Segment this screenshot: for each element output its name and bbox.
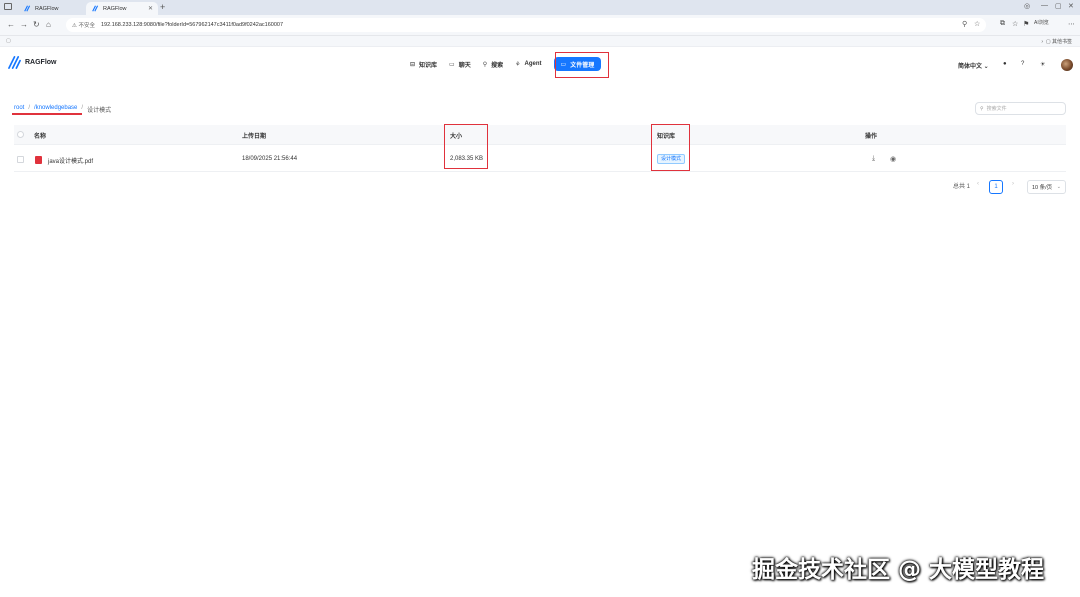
pdf-file-icon (35, 156, 42, 164)
preview-eye-icon[interactable]: ◉ (890, 155, 896, 163)
ragflow-logo-icon (8, 56, 21, 69)
nav-search[interactable]: ⚲ 搜索 (483, 54, 503, 74)
back-icon[interactable]: ← (7, 20, 15, 29)
column-actions: 操作 (865, 134, 878, 140)
file-table-header: 名称 上传日期 大小 知识库 操作 (14, 125, 1066, 145)
nav-label: 聊天 (458, 62, 471, 69)
bookmark-star-icon[interactable]: ☆ (974, 20, 980, 28)
chevron-down-icon: ⌄ (1056, 184, 1061, 190)
search-placeholder: 搜索文件 (986, 106, 1007, 112)
next-page-icon[interactable]: › (1012, 181, 1014, 187)
not-secure-indicator[interactable]: ⚠ 不安全 (72, 21, 95, 29)
download-icon[interactable]: ⤓ (872, 155, 875, 163)
ai-browse-button[interactable]: AI浏览 (1034, 19, 1049, 26)
extensions-icon[interactable]: ⧉ (1000, 20, 1005, 28)
browser-tab-label: RAGFlow (103, 5, 127, 12)
page-size-select[interactable]: 10 条/页 ⌄ (1027, 180, 1066, 194)
collections-icon[interactable]: ⚑ (1023, 20, 1029, 28)
github-icon[interactable]: ● (1003, 61, 1007, 67)
user-avatar[interactable] (1061, 59, 1073, 71)
address-toolbar: ← → ↻ ⌂ ⚠ 不安全 192.168.233.128:9080/file?… (0, 15, 1080, 36)
app-logo[interactable]: RAGFlow (8, 56, 57, 69)
tab-list-icon[interactable] (4, 3, 12, 10)
nav-knowledge-base[interactable]: ⊟ 知识库 (410, 54, 437, 74)
file-search-input[interactable]: ⚲ 搜索文件 (975, 102, 1066, 115)
nav-label: Agent (524, 61, 542, 67)
row-checkbox[interactable] (17, 156, 24, 163)
close-window-icon[interactable]: ✕ (1068, 2, 1074, 10)
browser-tab-2[interactable]: RAGFlow ✕ (86, 2, 158, 15)
help-icon[interactable]: ? (1021, 61, 1024, 67)
page-1-button[interactable]: 1 (989, 180, 1003, 194)
highlight-box-file-management (555, 52, 609, 78)
reload-icon[interactable]: ↻ (33, 20, 40, 29)
address-bar[interactable]: ⚠ 不安全 192.168.233.128:9080/file?folderId… (66, 18, 986, 32)
breadcrumb-current: 设计模式 (87, 108, 112, 114)
breadcrumb-highlight-underline (12, 113, 82, 115)
home-icon[interactable]: ⌂ (46, 20, 51, 29)
url-text[interactable]: 192.168.233.128:9080/file?folderId=56796… (101, 22, 283, 28)
new-tab-icon[interactable]: + (160, 2, 165, 12)
close-tab-icon[interactable]: ✕ (148, 5, 153, 12)
nav-label: 知识库 (419, 62, 438, 69)
prev-page-icon[interactable]: ‹ (977, 181, 979, 187)
pagination-total: 总共 1 (953, 184, 971, 190)
highlight-box-knowledge-base (651, 124, 690, 171)
highlight-box-size (444, 124, 488, 169)
bookmarks-bar: ▢ › ▢ 其他书签 (0, 36, 1080, 47)
table-row: java设计模式.pdf 18/09/2025 21:56:44 2,083.3… (14, 148, 1066, 172)
browser-tab-label: RAGFlow (35, 5, 59, 12)
file-upload-date: 18/09/2025 21:56:44 (242, 156, 298, 162)
app-name: RAGFlow (25, 59, 57, 66)
chat-icon: ▭ (449, 61, 455, 68)
maximize-icon[interactable]: ▢ (1055, 2, 1062, 10)
forward-icon[interactable]: → (20, 20, 28, 29)
nav-label: 搜索 (491, 62, 504, 69)
file-name[interactable]: java设计模式.pdf (48, 156, 93, 165)
favorites-icon[interactable]: ☆ (1012, 20, 1018, 28)
page-size-value: 10 条/页 (1032, 185, 1053, 191)
database-icon: ⊟ (410, 61, 416, 68)
column-upload-date[interactable]: 上传日期 (242, 131, 266, 140)
nav-agent[interactable]: ⚘ Agent (515, 54, 541, 74)
column-name[interactable]: 名称 (34, 131, 46, 140)
nav-chat[interactable]: ▭ 聊天 (449, 54, 471, 74)
agent-icon: ⚘ (515, 61, 521, 68)
theme-toggle-icon[interactable]: ☀ (1040, 61, 1045, 68)
bookmark-folder-icon[interactable]: ▢ (6, 38, 11, 44)
app-header: RAGFlow ⊟ 知识库 ▭ 聊天 ⚲ 搜索 ⚘ Agent ▭ 文件管理 简… (0, 47, 1080, 83)
location-icon[interactable]: ⚲ (962, 20, 967, 28)
select-all-checkbox[interactable] (17, 131, 24, 138)
language-selector[interactable]: 简体中文 ⌄ (958, 61, 989, 70)
menu-icon[interactable]: ⋯ (1068, 20, 1075, 28)
search-icon: ⚲ (482, 61, 488, 68)
search-icon: ⚲ (980, 105, 984, 112)
other-bookmarks[interactable]: › ▢ 其他书签 (1041, 38, 1072, 45)
browser-tab-1[interactable]: RAGFlow (18, 2, 86, 15)
ragflow-favicon-icon (24, 5, 31, 12)
minimize-icon[interactable]: — (1041, 2, 1048, 9)
browser-tab-bar: RAGFlow RAGFlow ✕ + ◎ — ▢ ✕ (0, 0, 1080, 15)
ragflow-favicon-icon (92, 5, 99, 12)
watermark-text: 掘金技术社区 @ 大模型教程 (752, 557, 1045, 583)
profile-icon[interactable]: ◎ (1024, 2, 1030, 10)
